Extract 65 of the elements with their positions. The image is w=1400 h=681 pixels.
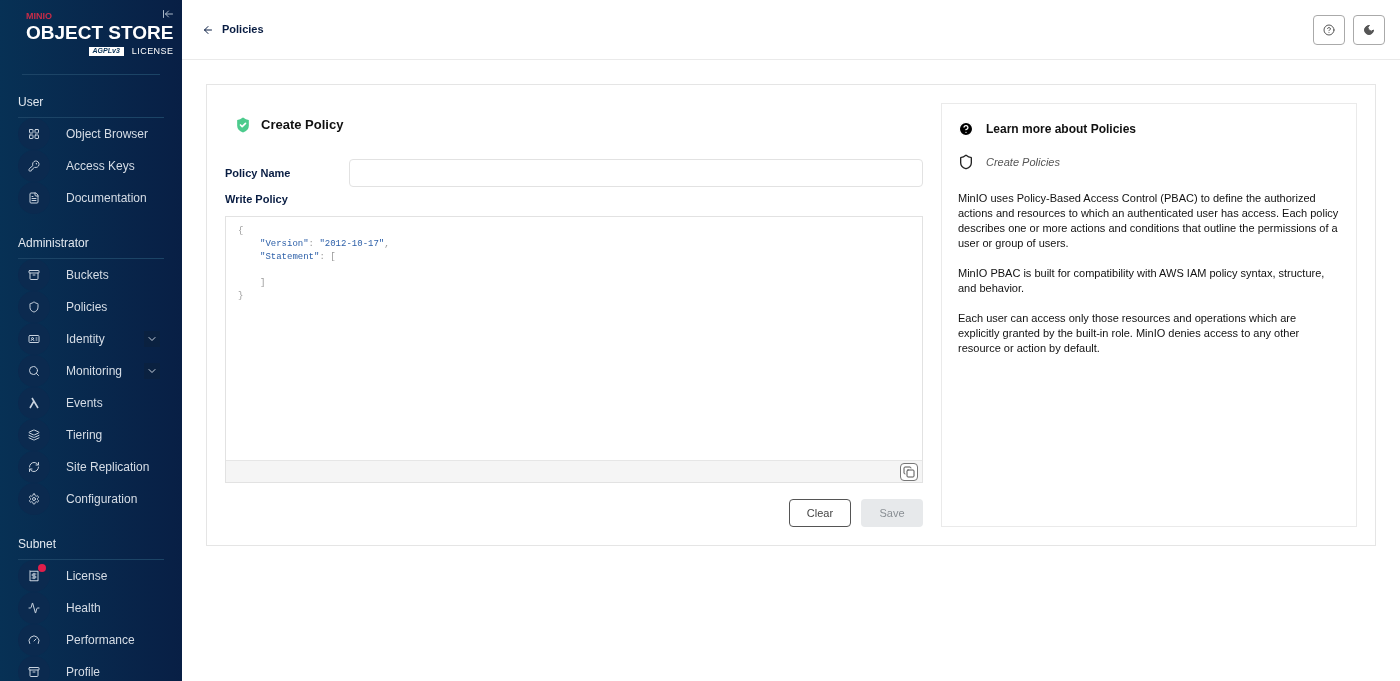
collapse-sidebar-icon[interactable]: [162, 8, 174, 20]
form-button[interactable]: Clear: [789, 499, 851, 527]
field-label: Write Policy: [225, 192, 289, 207]
sidebar-item[interactable]: Performance: [18, 624, 164, 657]
code-editor[interactable]: { "Version": "2012-10-17", "Statement": [ ] }: [225, 215, 923, 483]
section-title: Subnet: [18, 535, 164, 561]
help-title: Learn more about Policies: [986, 121, 1137, 138]
code-line: ]: [259, 276, 267, 290]
help-paragraph: MinIO PBAC is built for compatibility with AWS IAM policy syntax, structure, and behavior.: [958, 265, 1326, 296]
help-subtitle: Create Policies: [986, 155, 1060, 170]
code-line: "Statement": [: [259, 250, 337, 264]
section-title: Administrator: [18, 234, 164, 260]
help-paragraph: Each user can access only those resources and operations which are explicitly granted by the built-in role. MinIO denies access to any other resource or action by default.: [958, 310, 1301, 356]
settings-icon: [28, 493, 40, 506]
arrow-left-icon: [202, 23, 214, 36]
sidebar-item[interactable]: Tiering: [18, 419, 164, 452]
shield-icon: [958, 154, 974, 171]
gauge-icon: [28, 634, 40, 647]
box-icon: [28, 269, 40, 282]
sidebar-item[interactable]: License: [18, 560, 164, 593]
expand-toggle[interactable]: [144, 331, 160, 348]
logo-license: LICENSE: [131, 44, 174, 58]
field-label: Policy Name: [225, 165, 292, 181]
logo-product: OBJECT STORE: [26, 21, 174, 45]
sidebar-item[interactable]: Documentation: [18, 182, 164, 215]
back-link[interactable]: Policies: [202, 21, 264, 38]
sidebar-item[interactable]: Site Replication: [18, 451, 164, 484]
sidebar-item[interactable]: Object Browser: [18, 118, 164, 151]
box-icon: [28, 666, 40, 679]
sidebar-item[interactable]: Health: [18, 592, 164, 625]
key-icon: [28, 160, 40, 173]
form-title: Create Policy: [261, 116, 344, 135]
search-icon: [28, 365, 40, 378]
document-icon: [28, 192, 40, 205]
layers-icon: [28, 429, 40, 442]
help-icon: [1323, 23, 1335, 36]
code-line: }: [238, 289, 245, 303]
sidebar-item[interactable]: Monitoring: [18, 355, 164, 388]
policy-name-input[interactable]: [349, 159, 923, 187]
sidebar-item[interactable]: Profile: [18, 656, 164, 681]
grid-icon: [28, 128, 40, 141]
dark-mode-button[interactable]: [1353, 14, 1385, 45]
sidebar-item[interactable]: Access Keys: [18, 150, 164, 183]
code-line: "Version": "2012-10-17",: [259, 237, 391, 251]
expand-toggle[interactable]: [144, 363, 160, 380]
copy-icon: [903, 465, 915, 478]
sidebar-item[interactable]: Events: [18, 387, 164, 420]
receipt-icon: [28, 570, 40, 583]
moon-icon: [1363, 23, 1375, 36]
help-paragraph: MinIO uses Policy-Based Access Control (PBAC) to define the authorized actions and resources to which an authenticated user has access. Each policy describes one or more actions and conditions that outline the permissions of a user or group of users.: [958, 190, 1340, 251]
copy-button[interactable]: [900, 462, 918, 481]
sidebar-item[interactable]: Configuration: [18, 483, 164, 516]
logo-brand: MINIO: [26, 12, 52, 21]
sync-icon: [28, 461, 40, 474]
sidebar-item[interactable]: Policies: [18, 291, 164, 324]
sidebar-item[interactable]: Identity: [18, 323, 164, 356]
help-button[interactable]: [1313, 14, 1345, 45]
code-line: {: [238, 224, 245, 238]
lambda-icon: [28, 397, 40, 410]
section-title: User: [18, 93, 164, 119]
shield-icon: [28, 301, 40, 314]
help-icon: [958, 121, 974, 137]
id-card-icon: [28, 333, 40, 346]
sidebar-item[interactable]: Buckets: [18, 259, 164, 292]
activity-icon: [28, 602, 40, 615]
